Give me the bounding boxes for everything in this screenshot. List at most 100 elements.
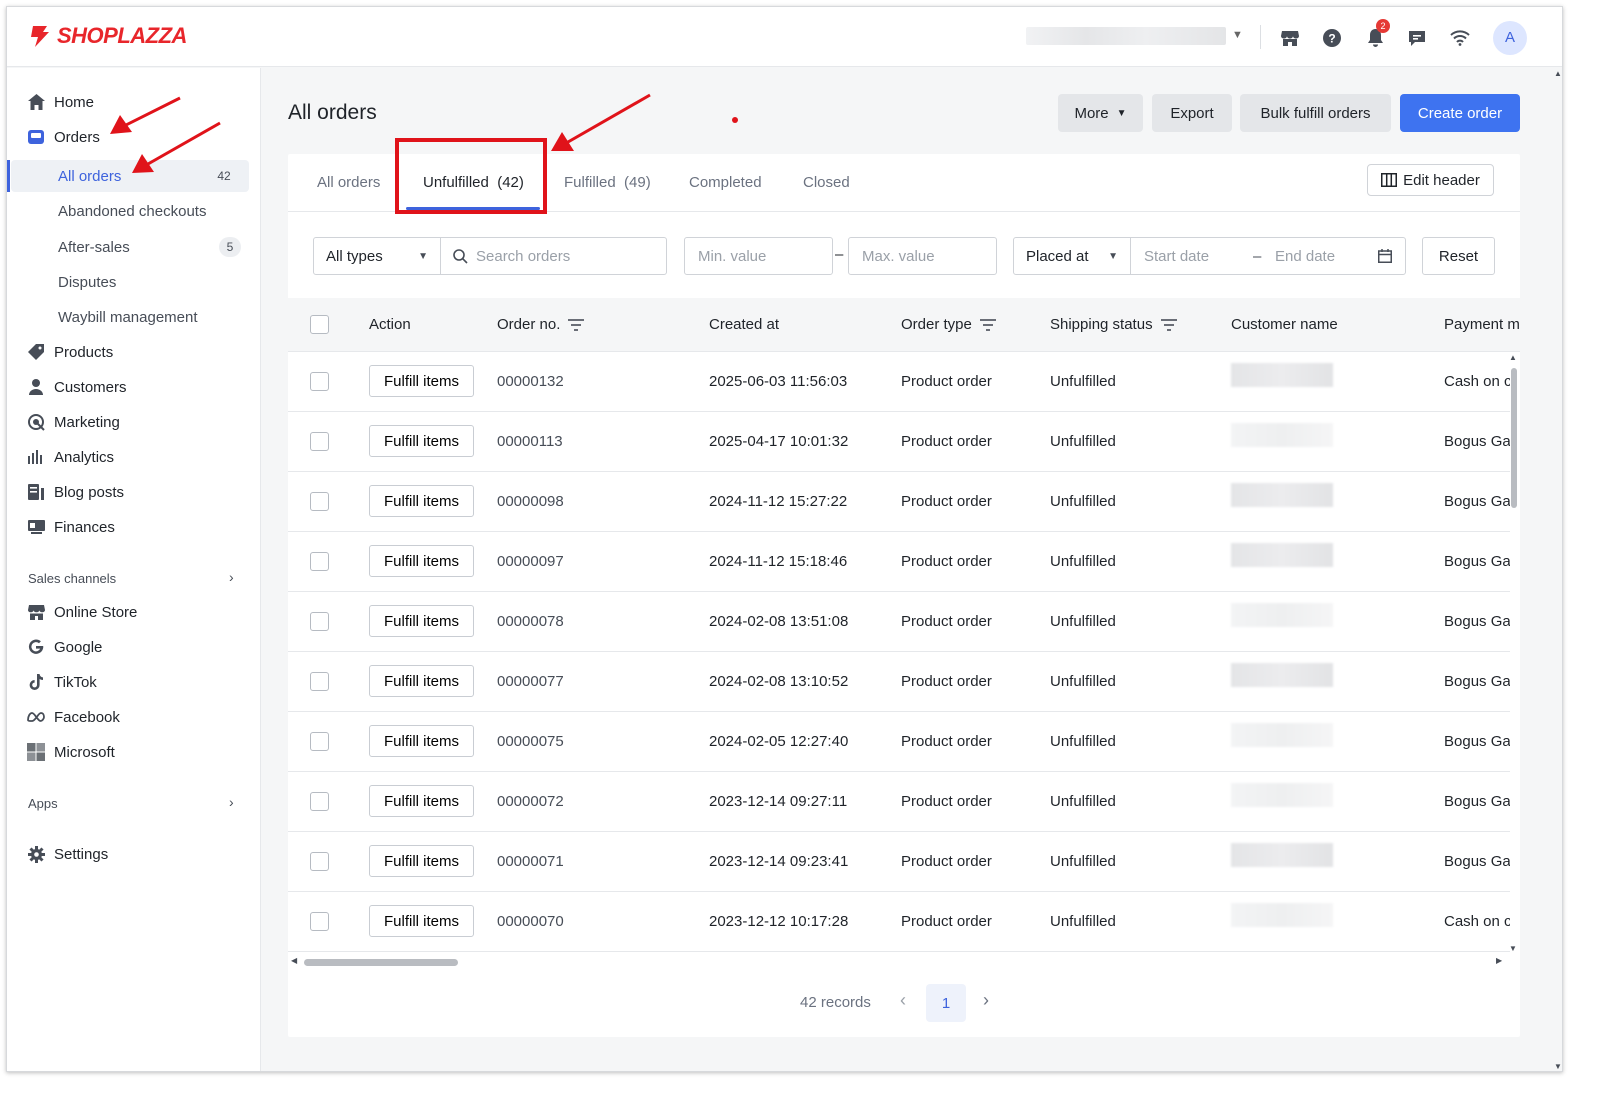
bulk-fulfill-orders-button[interactable]: Bulk fulfill orders [1240,94,1391,132]
scroll-up-arrow-icon[interactable]: ▲ [1554,69,1562,78]
row-checkbox[interactable] [310,852,329,871]
order-number[interactable]: 00000077 [497,673,564,690]
table-row[interactable]: Fulfill items 00000075 2024-02-05 12:27:40… [288,712,1510,772]
sidebar-item-finances[interactable]: Finances [7,511,261,543]
avatar[interactable]: A [1493,21,1527,55]
scroll-down-arrow-icon[interactable]: ▼ [1509,944,1517,953]
page-scrollbar[interactable]: ▲ ▼ [1552,67,1562,1071]
order-number[interactable]: 00000098 [497,493,564,510]
filter-icon[interactable] [979,318,996,331]
sidebar-item-all-orders[interactable]: All orders 42 [7,160,249,192]
tab-fulfilled[interactable]: Fulfilled (49) [564,174,651,191]
table-row[interactable]: Fulfill items 00000070 2023-12-12 10:17:28… [288,892,1510,952]
row-checkbox[interactable] [310,792,329,811]
sidebar-item-analytics[interactable]: Analytics [7,441,261,473]
order-number[interactable]: 00000075 [497,733,564,750]
sidebar-item-home[interactable]: Home [7,86,261,118]
table-row[interactable]: Fulfill items 00000113 2025-04-17 10:01:32… [288,412,1510,472]
table-row[interactable]: Fulfill items 00000077 2024-02-08 13:10:52… [288,652,1510,712]
vertical-scrollbar[interactable] [1511,368,1517,508]
order-number[interactable]: 00000132 [497,373,564,390]
date-field-select[interactable]: Placed at ▼ [1013,237,1131,275]
create-order-button[interactable]: Create order [1400,94,1520,132]
sidebar-item-marketing[interactable]: Marketing [7,406,261,438]
order-number[interactable]: 00000078 [497,613,564,630]
export-button[interactable]: Export [1152,94,1232,132]
scroll-up-arrow-icon[interactable]: ▲ [1509,353,1517,362]
scroll-down-arrow-icon[interactable]: ▼ [1554,1062,1562,1071]
tab-closed[interactable]: Closed [803,174,850,191]
page-number[interactable]: 1 [926,984,966,1022]
fulfill-items-button[interactable]: Fulfill items [369,545,474,577]
row-checkbox[interactable] [310,912,329,931]
column-header-shipping-status[interactable]: Shipping status [1050,316,1177,333]
fulfill-items-button[interactable]: Fulfill items [369,845,474,877]
order-type-select[interactable]: All types ▼ [313,237,441,275]
fulfill-items-button[interactable]: Fulfill items [369,365,474,397]
sidebar-item-tiktok[interactable]: TikTok [7,666,261,698]
chat-icon[interactable] [1406,27,1428,49]
scroll-right-arrow-icon[interactable]: ▶ [1496,956,1502,965]
row-checkbox[interactable] [310,492,329,511]
horizontal-scrollbar[interactable] [304,959,458,966]
scroll-left-arrow-icon[interactable]: ◀ [291,956,297,965]
row-checkbox[interactable] [310,372,329,391]
search-input[interactable]: Search orders [440,237,667,275]
chevron-right-icon[interactable]: › [229,794,234,810]
table-row[interactable]: Fulfill items 00000072 2023-12-14 09:27:11… [288,772,1510,832]
order-number[interactable]: 00000113 [497,433,563,450]
sidebar-item-disputes[interactable]: Disputes [7,266,261,298]
sidebar-item-products[interactable]: Products [7,336,261,368]
more-button[interactable]: More ▼ [1058,94,1143,132]
edit-header-button[interactable]: Edit header [1367,164,1494,196]
sidebar-item-google[interactable]: Google [7,631,261,663]
fulfill-items-button[interactable]: Fulfill items [369,425,474,457]
sidebar-item-orders[interactable]: Orders [7,121,261,153]
max-value-field[interactable]: Max. value [848,237,997,275]
tab-completed[interactable]: Completed [689,174,762,191]
help-icon[interactable]: ? [1321,27,1343,49]
filter-icon[interactable] [1160,318,1177,331]
wifi-icon[interactable] [1449,27,1471,49]
sidebar-item-customers[interactable]: Customers [7,371,261,403]
sidebar-item-waybill-management[interactable]: Waybill management [7,301,261,333]
row-checkbox[interactable] [310,552,329,571]
sidebar-item-abandoned-checkouts[interactable]: Abandoned checkouts [7,195,261,227]
order-number[interactable]: 00000070 [497,913,564,930]
table-row[interactable]: Fulfill items 00000132 2025-06-03 11:56:03… [288,352,1510,412]
store-icon[interactable] [1279,27,1301,49]
prev-page-icon[interactable]: ‹ [900,990,906,1011]
tab-unfulfilled[interactable]: Unfulfilled (42) [423,174,524,191]
sidebar-item-blog-posts[interactable]: Blog posts [7,476,261,508]
fulfill-items-button[interactable]: Fulfill items [369,485,474,517]
sidebar-item-online-store[interactable]: Online Store [7,596,261,628]
table-row[interactable]: Fulfill items 00000098 2024-11-12 15:27:22… [288,472,1510,532]
chevron-right-icon[interactable]: › [229,569,234,585]
table-row[interactable]: Fulfill items 00000097 2024-11-12 15:18:46… [288,532,1510,592]
fulfill-items-button[interactable]: Fulfill items [369,785,474,817]
order-number[interactable]: 00000071 [497,853,564,870]
next-page-icon[interactable]: › [983,990,989,1011]
fulfill-items-button[interactable]: Fulfill items [369,905,474,937]
tab-all-orders[interactable]: All orders [317,174,380,191]
min-value-field[interactable]: Min. value [684,237,833,275]
table-row[interactable]: Fulfill items 00000078 2024-02-08 13:51:08… [288,592,1510,652]
row-checkbox[interactable] [310,612,329,631]
row-checkbox[interactable] [310,672,329,691]
fulfill-items-button[interactable]: Fulfill items [369,725,474,757]
fulfill-items-button[interactable]: Fulfill items [369,605,474,637]
row-checkbox[interactable] [310,732,329,751]
date-range-picker[interactable]: Start date – End date [1130,237,1406,275]
column-header-order-no[interactable]: Order no. [497,316,585,333]
sidebar-item-settings[interactable]: Settings [7,838,261,870]
chevron-down-icon[interactable]: ▼ [1232,29,1243,41]
sidebar-item-after-sales[interactable]: After-sales 5 [7,231,261,263]
shoplazza-logo[interactable]: SHOPLAZZA [27,23,187,49]
fulfill-items-button[interactable]: Fulfill items [369,665,474,697]
column-header-order-type[interactable]: Order type [901,316,996,333]
order-number[interactable]: 00000097 [497,553,564,570]
order-number[interactable]: 00000072 [497,793,564,810]
sidebar-item-facebook[interactable]: Facebook [7,701,261,733]
sidebar-item-microsoft[interactable]: Microsoft [7,736,261,768]
filter-icon[interactable] [568,318,585,331]
